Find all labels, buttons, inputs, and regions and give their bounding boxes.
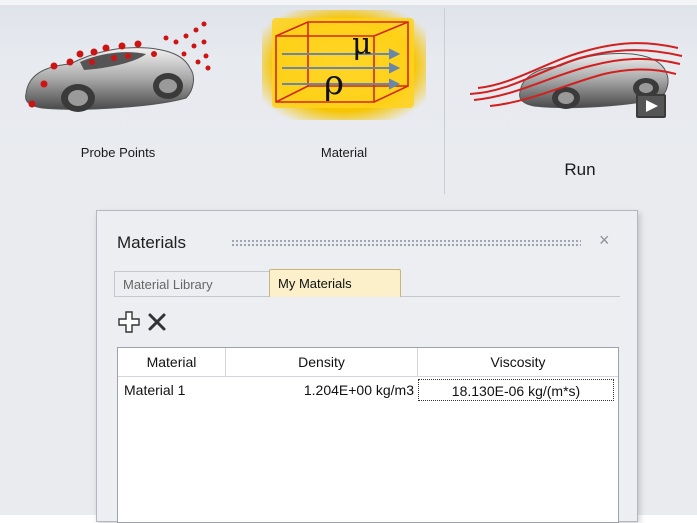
ribbon-separator <box>444 8 445 194</box>
material-tool[interactable]: ρ μ Material <box>262 10 426 170</box>
tab-my-materials[interactable]: My Materials <box>269 269 401 297</box>
add-icon <box>118 311 140 333</box>
delete-material-button[interactable] <box>145 310 169 334</box>
panel-title: Materials <box>117 233 186 252</box>
run-car-icon <box>470 42 683 118</box>
tab-material-library-label: Material Library <box>123 277 213 292</box>
probe-points-tool[interactable]: Probe Points <box>18 12 218 172</box>
probe-points-label: Probe Points <box>80 145 156 160</box>
add-material-button[interactable] <box>117 310 141 334</box>
ribbon-top-edge <box>0 0 697 5</box>
close-icon[interactable]: × <box>599 230 610 251</box>
run-label: Run <box>564 160 596 179</box>
column-header-density[interactable]: Density <box>226 348 418 377</box>
tab-my-materials-label: My Materials <box>278 276 352 291</box>
play-icon <box>636 94 666 118</box>
material-box-icon: ρ μ <box>262 10 426 120</box>
cell-density[interactable]: 1.204E+00 kg/m3 <box>228 378 416 402</box>
material-label: Material <box>320 145 368 160</box>
panel-drag-handle[interactable] <box>231 239 581 247</box>
run-tool[interactable]: Run <box>470 30 690 190</box>
mu-symbol: μ <box>352 27 372 62</box>
rho-symbol: ρ <box>324 63 344 103</box>
delete-icon <box>148 313 166 331</box>
materials-table[interactable]: Material Density Viscosity Material 1 1.… <box>117 347 619 523</box>
probe-points-car-icon <box>25 21 211 112</box>
column-header-material[interactable]: Material <box>118 348 226 377</box>
materials-panel: Materials × Material Library My Material… <box>96 210 638 523</box>
tab-material-library[interactable]: Material Library <box>114 271 270 297</box>
column-header-viscosity[interactable]: Viscosity <box>418 348 618 377</box>
cell-material[interactable]: Material 1 <box>124 378 224 402</box>
cell-viscosity[interactable]: 18.130E-06 kg/(m*s) <box>418 379 614 401</box>
